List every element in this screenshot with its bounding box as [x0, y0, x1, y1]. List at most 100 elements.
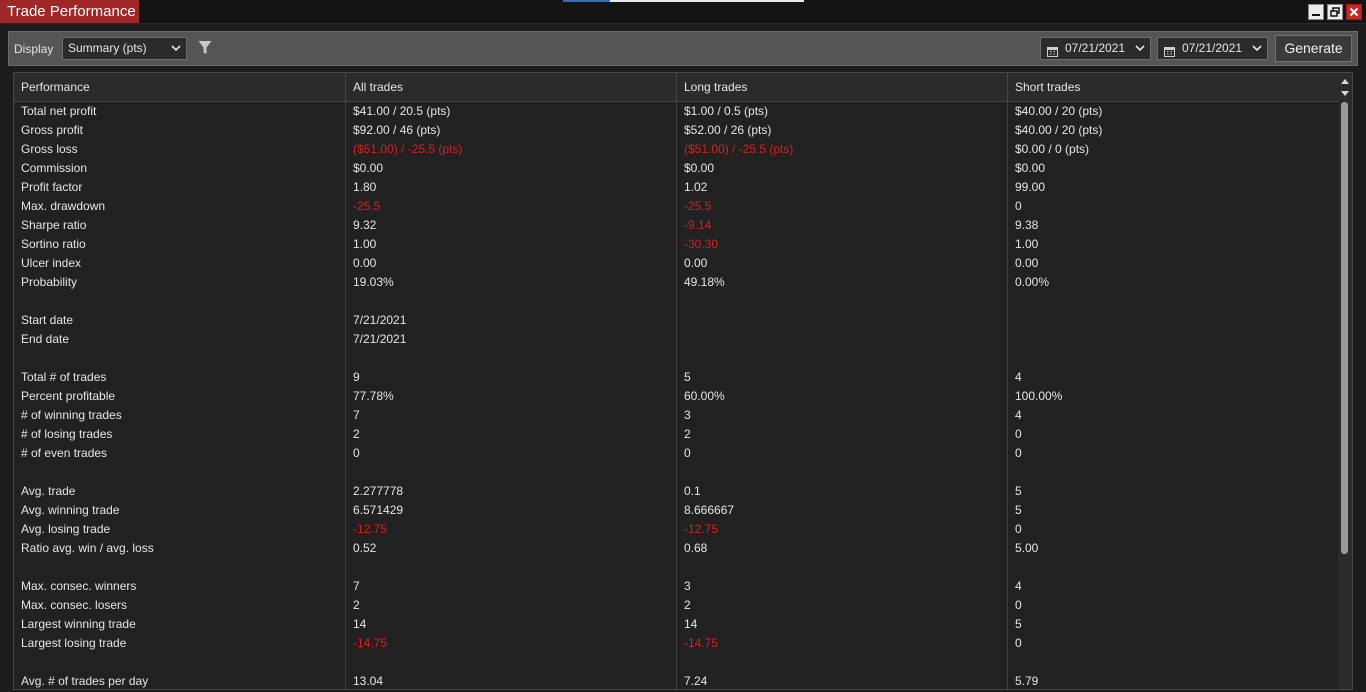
metric-value: $0.00 [346, 159, 677, 178]
table-row: Largest winning trade 14 14 5 [14, 615, 1339, 634]
metric-value: 5.00 [1015, 541, 1039, 555]
metric-value: 0.1 [677, 482, 1008, 501]
metric-value: 5 [1015, 617, 1022, 631]
metric-value [1008, 292, 1339, 311]
metric-value: 2 [677, 596, 1008, 615]
date-from-picker[interactable]: 07/21/2021 [1040, 37, 1151, 60]
restore-button[interactable] [1327, 4, 1343, 20]
display-select[interactable]: Summary (pts) [62, 37, 187, 60]
metric-label: Max. drawdown [14, 197, 346, 216]
table-row: Avg. losing trade -12.75 -12.75 0 [14, 520, 1339, 539]
table-row: # of losing trades 2 2 0 [14, 425, 1339, 444]
table-row: Max. consec. losers 2 2 0 [14, 596, 1339, 615]
metric-label: Start date [14, 311, 346, 330]
metric-value: -12.75 [346, 520, 677, 539]
table-row: Gross profit $92.00 / 46 (pts) $52.00 / 26… [14, 121, 1339, 140]
metric-value: 0 [677, 444, 1008, 463]
metric-value: -25.5 [677, 197, 1008, 216]
metric-value [1008, 330, 1339, 349]
metric-value: 7/21/2021 [346, 330, 677, 349]
metric-label: # of winning trades [14, 406, 346, 425]
metric-value: ($51.00) / -25.5 (pts) [677, 140, 1008, 159]
metric-value [1008, 349, 1339, 368]
metric-value: 6.571429 [346, 501, 677, 520]
toolbar: Display Summary (pts) 07/21/2021 07/21/2… [8, 31, 1358, 66]
window-controls [1308, 4, 1362, 20]
scroll-down-icon[interactable] [1341, 91, 1349, 96]
metric-label: Avg. trade [14, 482, 346, 501]
table-row [14, 463, 1339, 482]
metric-label: Sharpe ratio [14, 216, 346, 235]
metric-value [677, 330, 1008, 349]
column-header-long-trades[interactable]: Long trades [677, 73, 1008, 101]
vertical-scrollbar[interactable] [1338, 73, 1352, 689]
metric-value [677, 558, 1008, 577]
metric-label: Avg. # of trades per day [14, 672, 346, 689]
metric-label [14, 463, 346, 482]
performance-grid: Performance All trades Long trades Short… [13, 72, 1353, 690]
metric-value [1008, 558, 1339, 577]
metric-label: Max. consec. winners [14, 577, 346, 596]
metric-label: Largest winning trade [14, 615, 346, 634]
metric-label: Gross loss [14, 140, 346, 159]
table-row [14, 558, 1339, 577]
column-header-short-trades[interactable]: Short trades [1008, 73, 1339, 101]
metric-value [346, 653, 677, 672]
metric-value: 14 [677, 615, 1008, 634]
metric-value: 9.32 [346, 216, 677, 235]
metric-value [677, 653, 1008, 672]
metric-value: 19.03% [346, 273, 677, 292]
metric-value: 5 [1015, 484, 1022, 498]
metric-label [14, 292, 346, 311]
metric-value [346, 558, 677, 577]
table-row: Gross loss ($51.00) / -25.5 (pts) ($51.00)… [14, 140, 1339, 159]
metric-label: Commission [14, 159, 346, 178]
metric-value: 0 [1015, 446, 1022, 460]
table-row: Sharpe ratio 9.32 -9.14 9.38 [14, 216, 1339, 235]
metric-label: End date [14, 330, 346, 349]
metric-value: $40.00 / 20 (pts) [1015, 104, 1103, 118]
close-button[interactable] [1346, 4, 1362, 20]
metric-value: 3 [677, 406, 1008, 425]
metric-value: 9.38 [1015, 218, 1039, 232]
metric-label: Gross profit [14, 121, 346, 140]
generate-button[interactable]: Generate [1275, 35, 1352, 62]
metric-value: 14 [346, 615, 677, 634]
table-row: Max. consec. winners 7 3 4 [14, 577, 1339, 596]
metric-value: 1.00 [1015, 237, 1039, 251]
metric-value: -30.30 [677, 235, 1008, 254]
metric-value [677, 349, 1008, 368]
column-header-performance[interactable]: Performance [14, 73, 346, 101]
metric-value: 1.00 [346, 235, 677, 254]
table-row: Total # of trades 9 5 4 [14, 368, 1339, 387]
scroll-up-icon[interactable] [1341, 79, 1349, 84]
table-row: Ratio avg. win / avg. loss 0.52 0.68 5.00 [14, 539, 1339, 558]
titlebar-accent-white [610, 0, 804, 2]
table-row: Probability 19.03% 49.18% 0.00% [14, 273, 1339, 292]
metric-label [14, 349, 346, 368]
column-header-all-trades[interactable]: All trades [346, 73, 677, 101]
metric-value: 3 [677, 577, 1008, 596]
table-row: Avg. winning trade 6.571429 8.666667 5 [14, 501, 1339, 520]
metric-value: 2 [677, 425, 1008, 444]
scrollbar-thumb[interactable] [1341, 102, 1348, 554]
metric-value: 2 [346, 425, 677, 444]
calendar-icon [1164, 43, 1175, 64]
date-to-picker[interactable]: 07/21/2021 [1157, 37, 1268, 60]
restore-icon [1330, 7, 1340, 17]
metric-label: Percent profitable [14, 387, 346, 406]
metric-value: 0.00 [1015, 256, 1039, 270]
metric-value [1008, 653, 1339, 672]
metric-value: 5 [677, 368, 1008, 387]
chevron-down-icon [1252, 39, 1262, 65]
minimize-button[interactable] [1308, 4, 1324, 20]
table-row [14, 349, 1339, 368]
metric-value: 0.00 [346, 254, 677, 273]
metric-value: $1.00 / 0.5 (pts) [677, 102, 1008, 121]
table-row: Commission $0.00 $0.00 $0.00 [14, 159, 1339, 178]
metric-value: 5 [1015, 503, 1022, 517]
table-row: Percent profitable 77.78% 60.00% 100.00% [14, 387, 1339, 406]
metric-label: # of losing trades [14, 425, 346, 444]
filter-icon[interactable] [198, 40, 212, 59]
date-from-value: 07/21/2021 [1065, 41, 1126, 55]
